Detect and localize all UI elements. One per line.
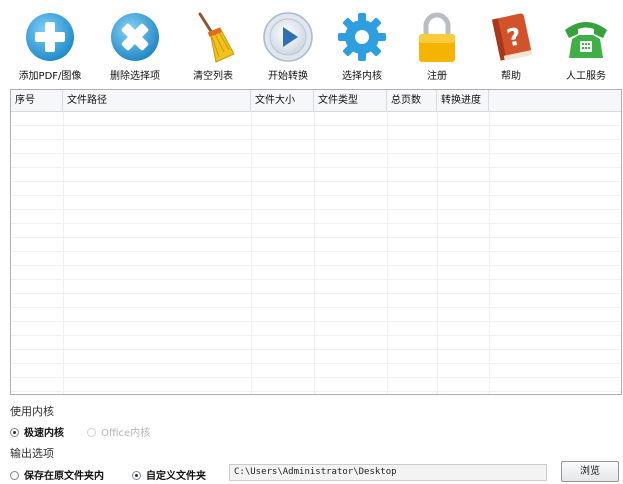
play-icon <box>263 12 313 62</box>
toolbar: 添加PDF/图像 删除选择项 清空列表 开始转换 选择内核 注册 ? 帮助 人工… <box>0 0 623 86</box>
empty-row <box>11 280 621 294</box>
office-engine-radio: Office内核 <box>87 424 150 439</box>
empty-row <box>11 364 621 378</box>
add-pdf-image-button[interactable]: 添加PDF/图像 <box>7 0 93 86</box>
custom-folder-radio[interactable]: 自定义文件夹 <box>132 467 206 482</box>
column-header-path[interactable]: 文件路径 <box>63 90 251 111</box>
office-engine-label: Office内核 <box>101 428 151 439</box>
empty-row <box>11 140 621 154</box>
column-header-type[interactable]: 文件类型 <box>314 90 387 111</box>
empty-row <box>11 154 621 168</box>
help-button[interactable]: ? 帮助 <box>468 0 554 86</box>
broom-icon <box>198 12 235 63</box>
help-label: 帮助 <box>501 71 521 82</box>
add-pdf-image-label: 添加PDF/图像 <box>18 71 82 82</box>
empty-row <box>11 336 621 350</box>
lock-icon <box>419 12 455 62</box>
empty-row <box>11 182 621 196</box>
empty-row <box>11 210 621 224</box>
empty-row <box>11 196 621 210</box>
table-header: 序号 文件路径 文件大小 文件类型 总页数 转换进度 <box>11 90 621 112</box>
empty-row <box>11 238 621 252</box>
browse-button[interactable]: 浏览 <box>561 461 619 482</box>
help-book-icon: ? <box>491 13 533 61</box>
radio-indicator <box>87 428 96 437</box>
select-engine-label: 选择内核 <box>342 71 382 82</box>
empty-row <box>11 112 621 126</box>
empty-row <box>11 224 621 238</box>
empty-row <box>11 322 621 336</box>
empty-row <box>11 266 621 280</box>
fast-engine-radio[interactable]: 极速内核 <box>10 424 64 439</box>
empty-row <box>11 252 621 266</box>
gear-icon <box>338 13 386 61</box>
file-list-table[interactable]: 序号 文件路径 文件大小 文件类型 总页数 转换进度 <box>10 89 622 395</box>
human-service-button[interactable]: 人工服务 <box>543 0 623 86</box>
select-engine-button[interactable]: 选择内核 <box>319 0 405 86</box>
clear-list-label: 清空列表 <box>193 71 233 82</box>
empty-row <box>11 168 621 182</box>
save-in-original-folder-radio[interactable]: 保存在原文件夹内 <box>10 467 104 482</box>
column-header-index[interactable]: 序号 <box>11 90 63 111</box>
column-header-progress[interactable]: 转换进度 <box>437 90 489 111</box>
radio-indicator <box>10 471 19 480</box>
empty-row <box>11 378 621 392</box>
save-in-original-folder-label: 保存在原文件夹内 <box>24 471 104 482</box>
output-section-title: 输出选项 <box>10 447 54 460</box>
human-service-label: 人工服务 <box>566 71 606 82</box>
delete-selected-label: 删除选择项 <box>110 71 160 82</box>
radio-indicator <box>132 471 141 480</box>
delete-selected-button[interactable]: 删除选择项 <box>92 0 178 86</box>
empty-row <box>11 350 621 364</box>
column-header-size[interactable]: 文件大小 <box>251 90 314 111</box>
custom-folder-label: 自定义文件夹 <box>146 471 206 482</box>
empty-row <box>11 126 621 140</box>
output-path-field[interactable]: C:\Users\Administrator\Desktop <box>229 464 547 481</box>
empty-row <box>11 294 621 308</box>
add-icon <box>26 13 74 61</box>
engine-section-title: 使用内核 <box>10 405 54 418</box>
fast-engine-label: 极速内核 <box>24 428 64 439</box>
table-body <box>11 112 621 394</box>
column-header-pages[interactable]: 总页数 <box>387 90 437 111</box>
delete-icon <box>111 13 159 61</box>
telephone-icon <box>565 22 607 58</box>
radio-indicator <box>10 428 19 437</box>
clear-list-button[interactable]: 清空列表 <box>170 0 256 86</box>
empty-row <box>11 308 621 322</box>
